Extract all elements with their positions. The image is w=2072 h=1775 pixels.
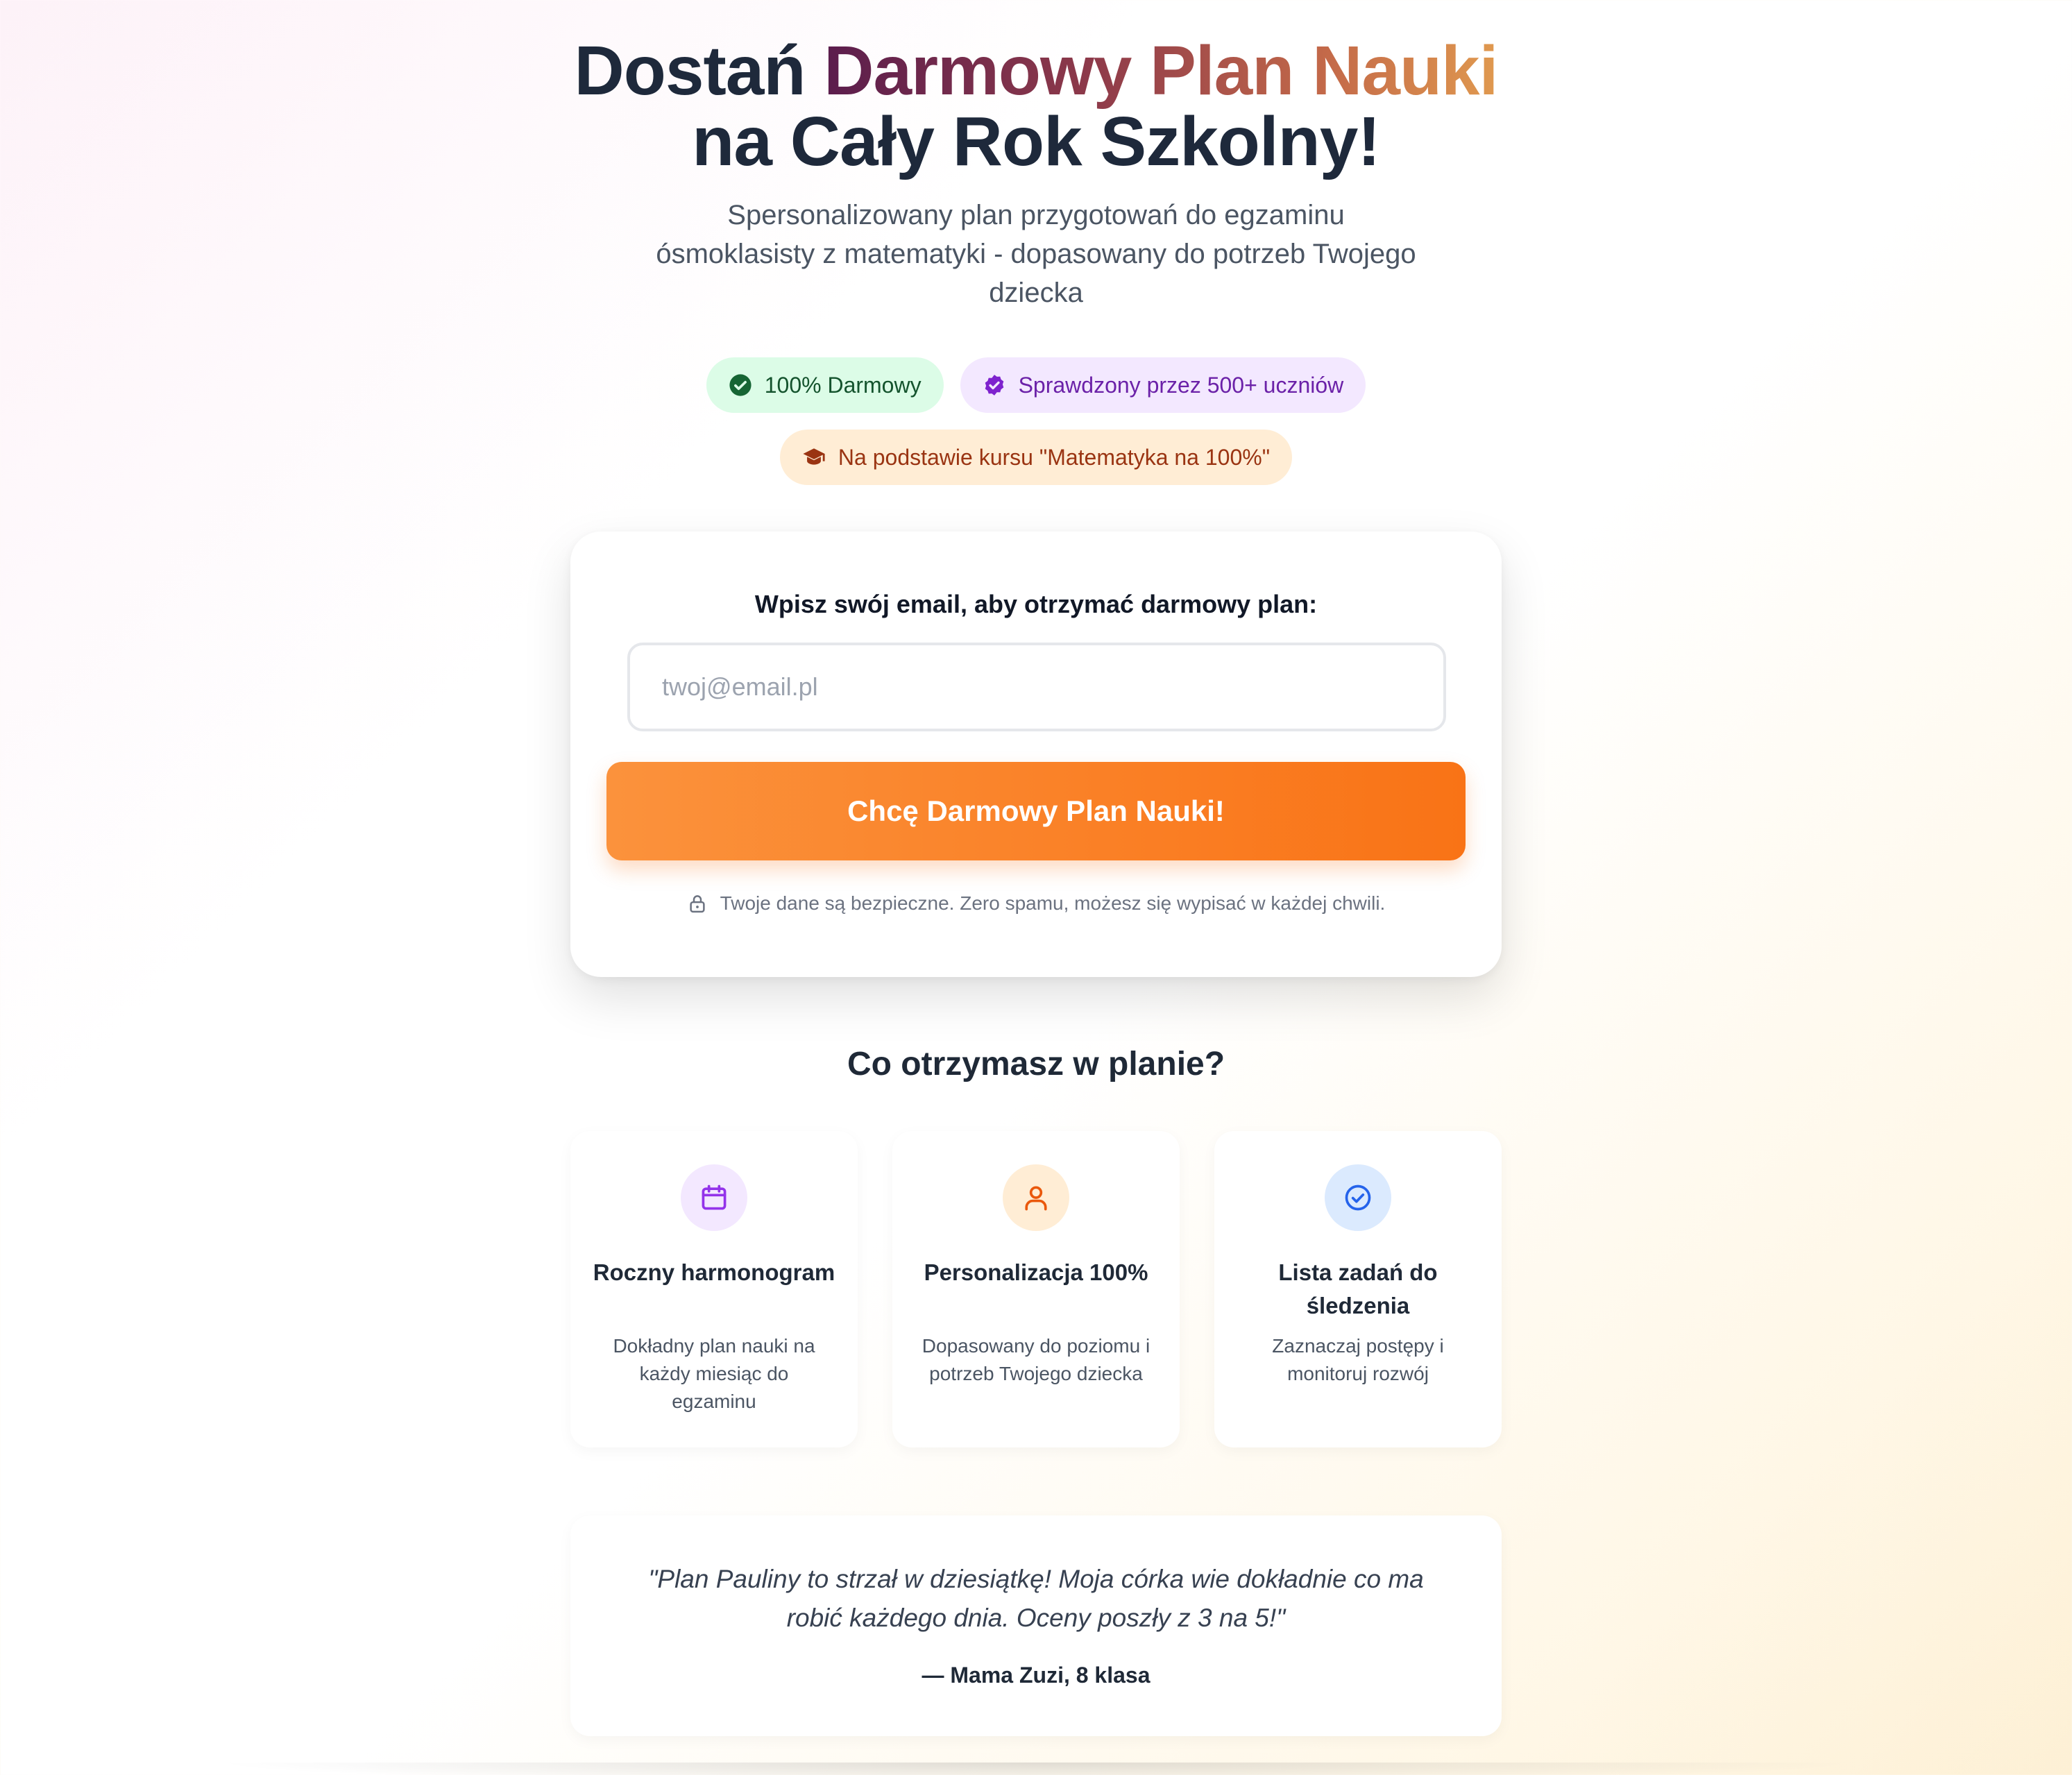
hero-subtitle: Spersonalizowany plan przygotowań do egz… <box>656 200 1416 308</box>
landing-page: Dostań Darmowy Plan Nauki na Cały Rok Sz… <box>0 0 2072 1775</box>
title-line-2: na Cały Rok Szkolny! <box>692 103 1380 180</box>
email-field[interactable] <box>627 643 1446 731</box>
graduation-cap-icon <box>803 448 825 465</box>
email-label: Wpisz swój email, aby otrzymać darmowy p… <box>754 590 1318 618</box>
title-highlight: Darmowy Plan Nauki <box>824 32 1498 110</box>
bottom-shadow <box>208 1763 1864 1775</box>
feature-description: Zaznaczaj postępy i monitoruj rozwój <box>1272 1335 1444 1384</box>
badge-free-label: 100% Darmowy <box>764 372 922 398</box>
features-title: Co otrzymasz w planie? <box>847 1046 1225 1082</box>
feature-card-personalization: Personalizacja 100% Dopasowany do poziom… <box>892 1131 1180 1447</box>
feature-icon-wrap <box>1003 1164 1069 1231</box>
privacy-note: Twoje dane są bezpieczne. Zero spamu, mo… <box>570 892 1502 915</box>
feature-title: Personalizacja 100% <box>924 1259 1148 1285</box>
feature-card-task-list: Lista zadań do śledzenia Zaznaczaj postę… <box>1214 1131 1502 1447</box>
badge-verified-label: Sprawdzony przez 500+ uczniów <box>1018 372 1344 398</box>
badge-course: Na podstawie kursu "Matematyka na 100%" <box>779 430 1293 485</box>
calendar-icon <box>702 1184 727 1210</box>
feature-title: Roczny harmonogram <box>593 1259 835 1285</box>
testimonial-card: "Plan Pauliny to strzał w dziesiątkę! Mo… <box>570 1515 1502 1736</box>
badge-row-2: Na podstawie kursu "Matematyka na 100%" <box>0 430 2072 485</box>
feature-title: Lista zadań do śledzenia <box>1278 1259 1438 1318</box>
user-icon <box>1025 1186 1047 1211</box>
feature-card-schedule: Roczny harmonogram Dokładny plan nauki n… <box>570 1131 858 1447</box>
page-title: Dostań Darmowy Plan Nauki na Cały Rok Sz… <box>0 36 2072 178</box>
badge-course-label: Na podstawie kursu "Matematyka na 100%" <box>838 444 1271 470</box>
testimonial-author: — Mama Zuzi, 8 klasa <box>922 1663 1150 1688</box>
badge-row-1: 100% Darmowy Sprawdzony przez 500+ uczni… <box>0 357 2072 413</box>
feature-description: Dokładny plan nauki na każdy miesiąc do … <box>613 1335 815 1412</box>
badge-verified: Sprawdzony przez 500+ uczniów <box>960 357 1366 413</box>
signup-card: Wpisz swój email, aby otrzymać darmowy p… <box>570 532 1502 977</box>
features-grid: Roczny harmonogram Dokładny plan nauki n… <box>570 1131 1502 1447</box>
verified-badge-icon <box>985 375 1003 396</box>
lock-icon <box>690 895 705 913</box>
feature-icon-wrap <box>1325 1164 1391 1231</box>
privacy-text: Twoje dane są bezpieczne. Zero spamu, mo… <box>720 892 1386 914</box>
check-circle-icon <box>729 374 751 396</box>
badge-free: 100% Darmowy <box>706 357 944 413</box>
feature-icon-wrap <box>681 1164 747 1231</box>
testimonial-quote: "Plan Pauliny to strzał w dziesiątkę! Mo… <box>648 1565 1424 1632</box>
check-circle-icon <box>1345 1184 1371 1211</box>
badges: 100% Darmowy Sprawdzony przez 500+ uczni… <box>0 357 2072 502</box>
title-prefix: Dostań <box>574 32 824 110</box>
feature-description: Dopasowany do poziomu i potrzeb Twojego … <box>922 1335 1150 1384</box>
title-line-1: Dostań Darmowy Plan Nauki <box>0 36 2072 107</box>
get-plan-button[interactable]: Chcę Darmowy Plan Nauki! <box>606 762 1466 860</box>
